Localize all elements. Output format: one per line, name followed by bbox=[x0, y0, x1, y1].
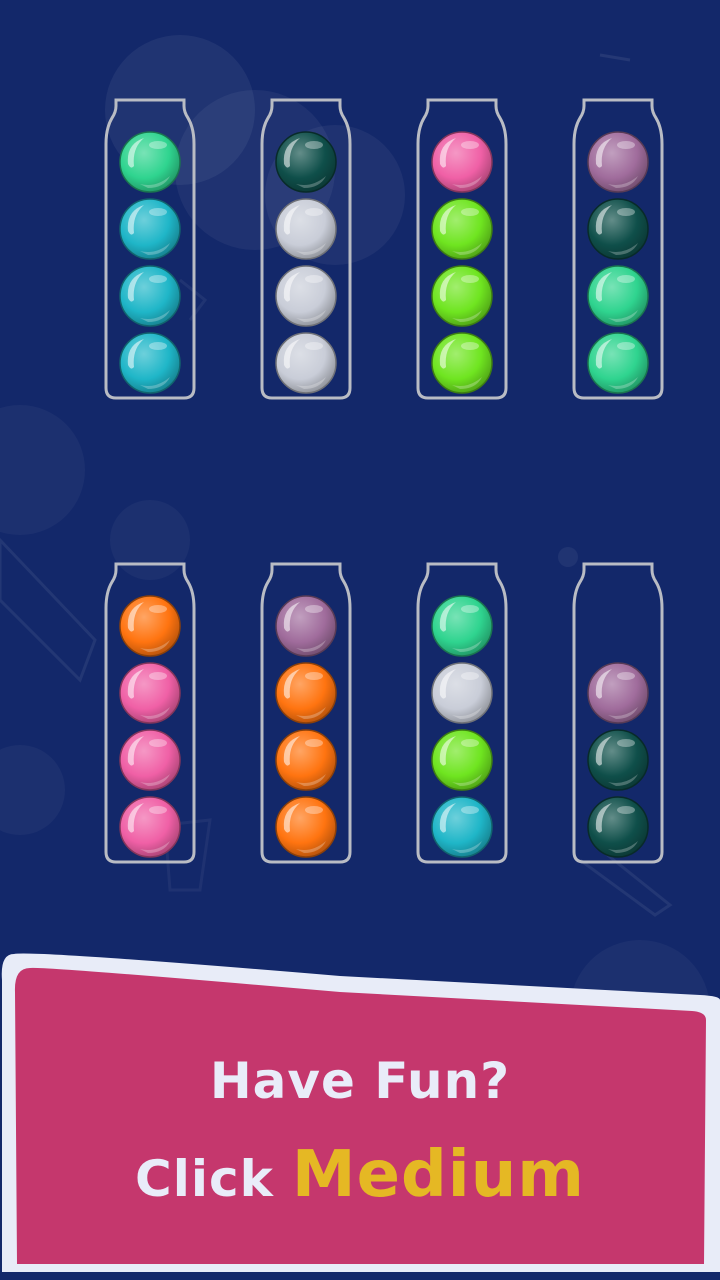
ball-mint bbox=[586, 331, 650, 395]
ball-mint bbox=[430, 594, 494, 658]
ball-teal bbox=[430, 795, 494, 859]
game-screen: Have Fun? Click Medium bbox=[0, 0, 720, 1280]
prompt-subtitle: Click Medium bbox=[0, 1138, 720, 1212]
promo-banner[interactable]: Have Fun? Click Medium bbox=[0, 940, 720, 1280]
ball-mauve bbox=[586, 130, 650, 194]
medium-level-label[interactable]: Medium bbox=[292, 1138, 585, 1212]
ball-silver bbox=[430, 661, 494, 725]
ball-orange bbox=[118, 594, 182, 658]
ball-pink bbox=[118, 661, 182, 725]
ball-orange bbox=[274, 661, 338, 725]
ball-orange bbox=[274, 728, 338, 792]
ball-dark-teal bbox=[586, 795, 650, 859]
ball-mint bbox=[586, 264, 650, 328]
prompt-title: Have Fun? bbox=[209, 1052, 511, 1110]
tube-6[interactable] bbox=[256, 560, 356, 866]
ball-teal bbox=[118, 331, 182, 395]
tube-1[interactable] bbox=[100, 96, 200, 402]
ball-lime bbox=[430, 728, 494, 792]
ball-mint bbox=[118, 130, 182, 194]
ball-teal bbox=[118, 264, 182, 328]
ball-lime bbox=[430, 264, 494, 328]
tube-4[interactable] bbox=[568, 96, 668, 402]
ball-mauve bbox=[274, 594, 338, 658]
ball-orange bbox=[274, 795, 338, 859]
ball-lime bbox=[430, 331, 494, 395]
tube-8[interactable] bbox=[568, 560, 668, 866]
ball-pink bbox=[118, 728, 182, 792]
ball-dark-teal bbox=[586, 197, 650, 261]
ball-teal bbox=[118, 197, 182, 261]
ball-silver bbox=[274, 331, 338, 395]
ball-silver bbox=[274, 197, 338, 261]
tube-3[interactable] bbox=[412, 96, 512, 402]
tube-5[interactable] bbox=[100, 560, 200, 866]
tube-7[interactable] bbox=[412, 560, 512, 866]
ball-mauve bbox=[586, 661, 650, 725]
ball-pink bbox=[430, 130, 494, 194]
banner-shape bbox=[1, 953, 720, 1272]
ball-pink bbox=[118, 795, 182, 859]
ball-dark-teal bbox=[274, 130, 338, 194]
click-label: Click bbox=[135, 1150, 274, 1208]
tube-2[interactable] bbox=[256, 96, 356, 402]
ball-dark-teal bbox=[586, 728, 650, 792]
ball-silver bbox=[274, 264, 338, 328]
ball-lime bbox=[430, 197, 494, 261]
